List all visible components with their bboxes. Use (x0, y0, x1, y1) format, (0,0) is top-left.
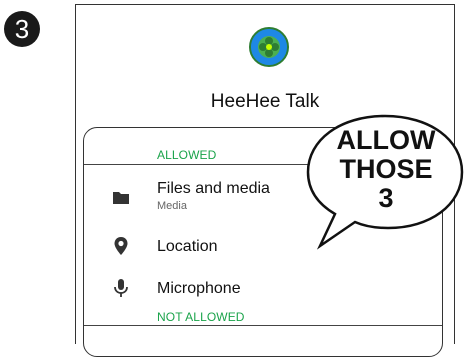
microphone-icon (111, 278, 131, 298)
permission-title: Files and media (157, 180, 270, 197)
app-logo-icon (249, 27, 289, 67)
permission-title: Microphone (157, 280, 241, 297)
bubble-line: 3 (378, 183, 394, 213)
speech-bubble-text: ALLOW THOSE 3 (312, 126, 460, 213)
not-allowed-section-label: NOT ALLOWED (157, 310, 245, 324)
bubble-line: ALLOW (336, 125, 436, 155)
step-number-badge: 3 (4, 11, 40, 47)
permission-row-microphone[interactable]: Microphone (84, 274, 442, 308)
permission-title: Location (157, 238, 218, 255)
bubble-line: THOSE (339, 154, 433, 184)
location-pin-icon (111, 236, 131, 256)
permission-subtitle: Media (157, 200, 187, 212)
divider (84, 325, 442, 326)
folder-icon (111, 188, 131, 208)
allowed-section-label: ALLOWED (157, 148, 217, 162)
